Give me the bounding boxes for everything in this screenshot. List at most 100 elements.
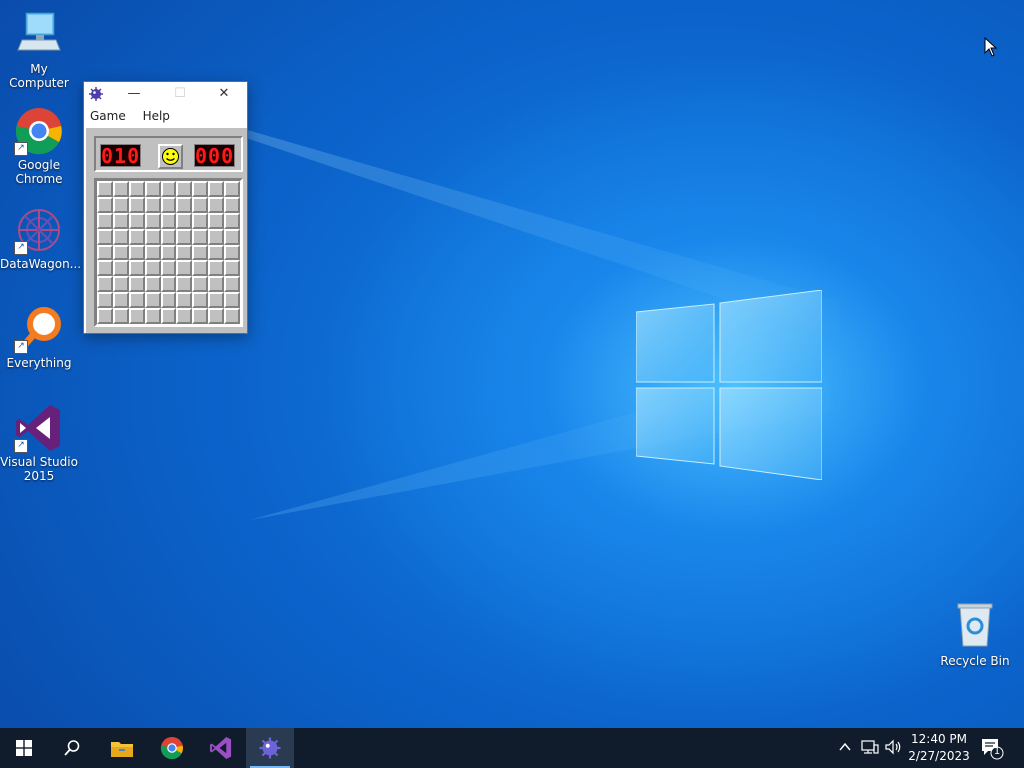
start-button[interactable]	[0, 728, 48, 768]
mine-cell[interactable]	[208, 212, 225, 229]
mine-cell[interactable]	[97, 228, 113, 245]
mine-cell[interactable]	[160, 308, 177, 324]
mine-cell[interactable]	[97, 196, 113, 213]
mine-cell[interactable]	[128, 292, 145, 309]
mine-cell[interactable]	[97, 308, 113, 324]
mine-cell[interactable]	[112, 228, 129, 245]
action-center-button[interactable]: 1	[980, 736, 1004, 760]
mine-cell[interactable]	[224, 260, 240, 277]
mine-cell[interactable]	[112, 292, 129, 309]
minesweeper-window[interactable]: — ☐ ✕ Game Help 010 000	[83, 81, 248, 334]
mine-cell[interactable]	[208, 196, 225, 213]
mine-cell[interactable]	[224, 308, 240, 324]
mine-cell[interactable]	[160, 292, 177, 309]
mine-cell[interactable]	[144, 244, 161, 261]
taskbar-minesweeper[interactable]	[246, 728, 294, 768]
mine-cell[interactable]	[208, 260, 225, 277]
mine-cell[interactable]	[176, 292, 193, 309]
mine-cell[interactable]	[128, 276, 145, 293]
mine-cell[interactable]	[224, 244, 240, 261]
mine-cell[interactable]	[176, 244, 193, 261]
desktop-icon-datawagon[interactable]: ↗ DataWagon...	[0, 205, 81, 271]
mine-cell[interactable]	[97, 181, 113, 197]
mine-cell[interactable]	[144, 308, 161, 324]
mine-cell[interactable]	[160, 260, 177, 277]
mine-cell[interactable]	[97, 244, 113, 261]
mine-cell[interactable]	[144, 260, 161, 277]
desktop-icon-everything[interactable]: ↗ Everything	[0, 304, 78, 370]
mine-cell[interactable]	[112, 276, 129, 293]
mine-cell[interactable]	[128, 181, 145, 197]
mine-cell[interactable]	[192, 260, 209, 277]
desktop-icon-google-chrome[interactable]: ↗ Google Chrome	[0, 106, 78, 186]
mine-cell[interactable]	[176, 260, 193, 277]
mine-cell[interactable]	[160, 276, 177, 293]
minimize-button[interactable]: —	[118, 82, 150, 106]
desktop-icon-recycle-bin[interactable]: Recycle Bin	[936, 602, 1014, 668]
mine-cell[interactable]	[224, 276, 240, 293]
mine-cell[interactable]	[176, 228, 193, 245]
mine-cell[interactable]	[112, 181, 129, 197]
mine-cell[interactable]	[224, 228, 240, 245]
mine-cell[interactable]	[160, 181, 177, 197]
mine-cell[interactable]	[128, 196, 145, 213]
mine-cell[interactable]	[208, 276, 225, 293]
mine-cell[interactable]	[97, 276, 113, 293]
mine-cell[interactable]	[224, 292, 240, 309]
mine-cell[interactable]	[128, 308, 145, 324]
mine-cell[interactable]	[160, 212, 177, 229]
mine-cell[interactable]	[97, 212, 113, 229]
mine-cell[interactable]	[112, 260, 129, 277]
mine-cell[interactable]	[192, 244, 209, 261]
mine-cell[interactable]	[176, 212, 193, 229]
mine-cell[interactable]	[144, 212, 161, 229]
mine-cell[interactable]	[192, 228, 209, 245]
mine-cell[interactable]	[144, 292, 161, 309]
mine-cell[interactable]	[192, 181, 209, 197]
system-clock[interactable]: 12:40 PM 2/27/2023	[900, 731, 978, 765]
mine-cell[interactable]	[97, 260, 113, 277]
mine-cell[interactable]	[192, 276, 209, 293]
taskbar-visual-studio[interactable]	[197, 728, 245, 768]
mine-cell[interactable]	[192, 212, 209, 229]
window-titlebar[interactable]: — ☐ ✕	[84, 82, 247, 106]
mine-cell[interactable]	[208, 244, 225, 261]
mine-cell[interactable]	[176, 276, 193, 293]
search-button[interactable]	[48, 728, 96, 768]
mine-cell[interactable]	[128, 244, 145, 261]
mine-cell[interactable]	[208, 228, 225, 245]
close-button[interactable]: ✕	[208, 82, 240, 106]
mine-cell[interactable]	[128, 228, 145, 245]
smiley-reset-button[interactable]	[158, 144, 183, 169]
mine-cell[interactable]	[224, 196, 240, 213]
mine-cell[interactable]	[192, 292, 209, 309]
mine-cell[interactable]	[176, 196, 193, 213]
mine-cell[interactable]	[224, 181, 240, 197]
maximize-button[interactable]: ☐	[164, 82, 196, 106]
mine-cell[interactable]	[144, 181, 161, 197]
mine-cell[interactable]	[224, 212, 240, 229]
mine-cell[interactable]	[208, 292, 225, 309]
mine-cell[interactable]	[160, 196, 177, 213]
mine-field[interactable]	[94, 178, 243, 327]
mine-cell[interactable]	[128, 260, 145, 277]
mine-cell[interactable]	[192, 196, 209, 213]
mine-cell[interactable]	[176, 308, 193, 324]
menu-game[interactable]: Game	[90, 109, 126, 123]
mine-cell[interactable]	[144, 276, 161, 293]
mine-cell[interactable]	[160, 228, 177, 245]
taskbar-google-chrome[interactable]	[148, 728, 196, 768]
mine-cell[interactable]	[112, 308, 129, 324]
mine-cell[interactable]	[208, 181, 225, 197]
mine-cell[interactable]	[192, 308, 209, 324]
show-hidden-icons-button[interactable]	[838, 740, 852, 757]
desktop-icon-my-computer[interactable]: My Computer	[0, 10, 78, 90]
mine-cell[interactable]	[176, 181, 193, 197]
mine-cell[interactable]	[208, 308, 225, 324]
mine-cell[interactable]	[144, 196, 161, 213]
mine-cell[interactable]	[112, 212, 129, 229]
mine-cell[interactable]	[160, 244, 177, 261]
mine-cell[interactable]	[128, 212, 145, 229]
desktop-icon-visual-studio[interactable]: ↗ Visual Studio 2015	[0, 403, 78, 483]
menu-help[interactable]: Help	[143, 109, 170, 123]
